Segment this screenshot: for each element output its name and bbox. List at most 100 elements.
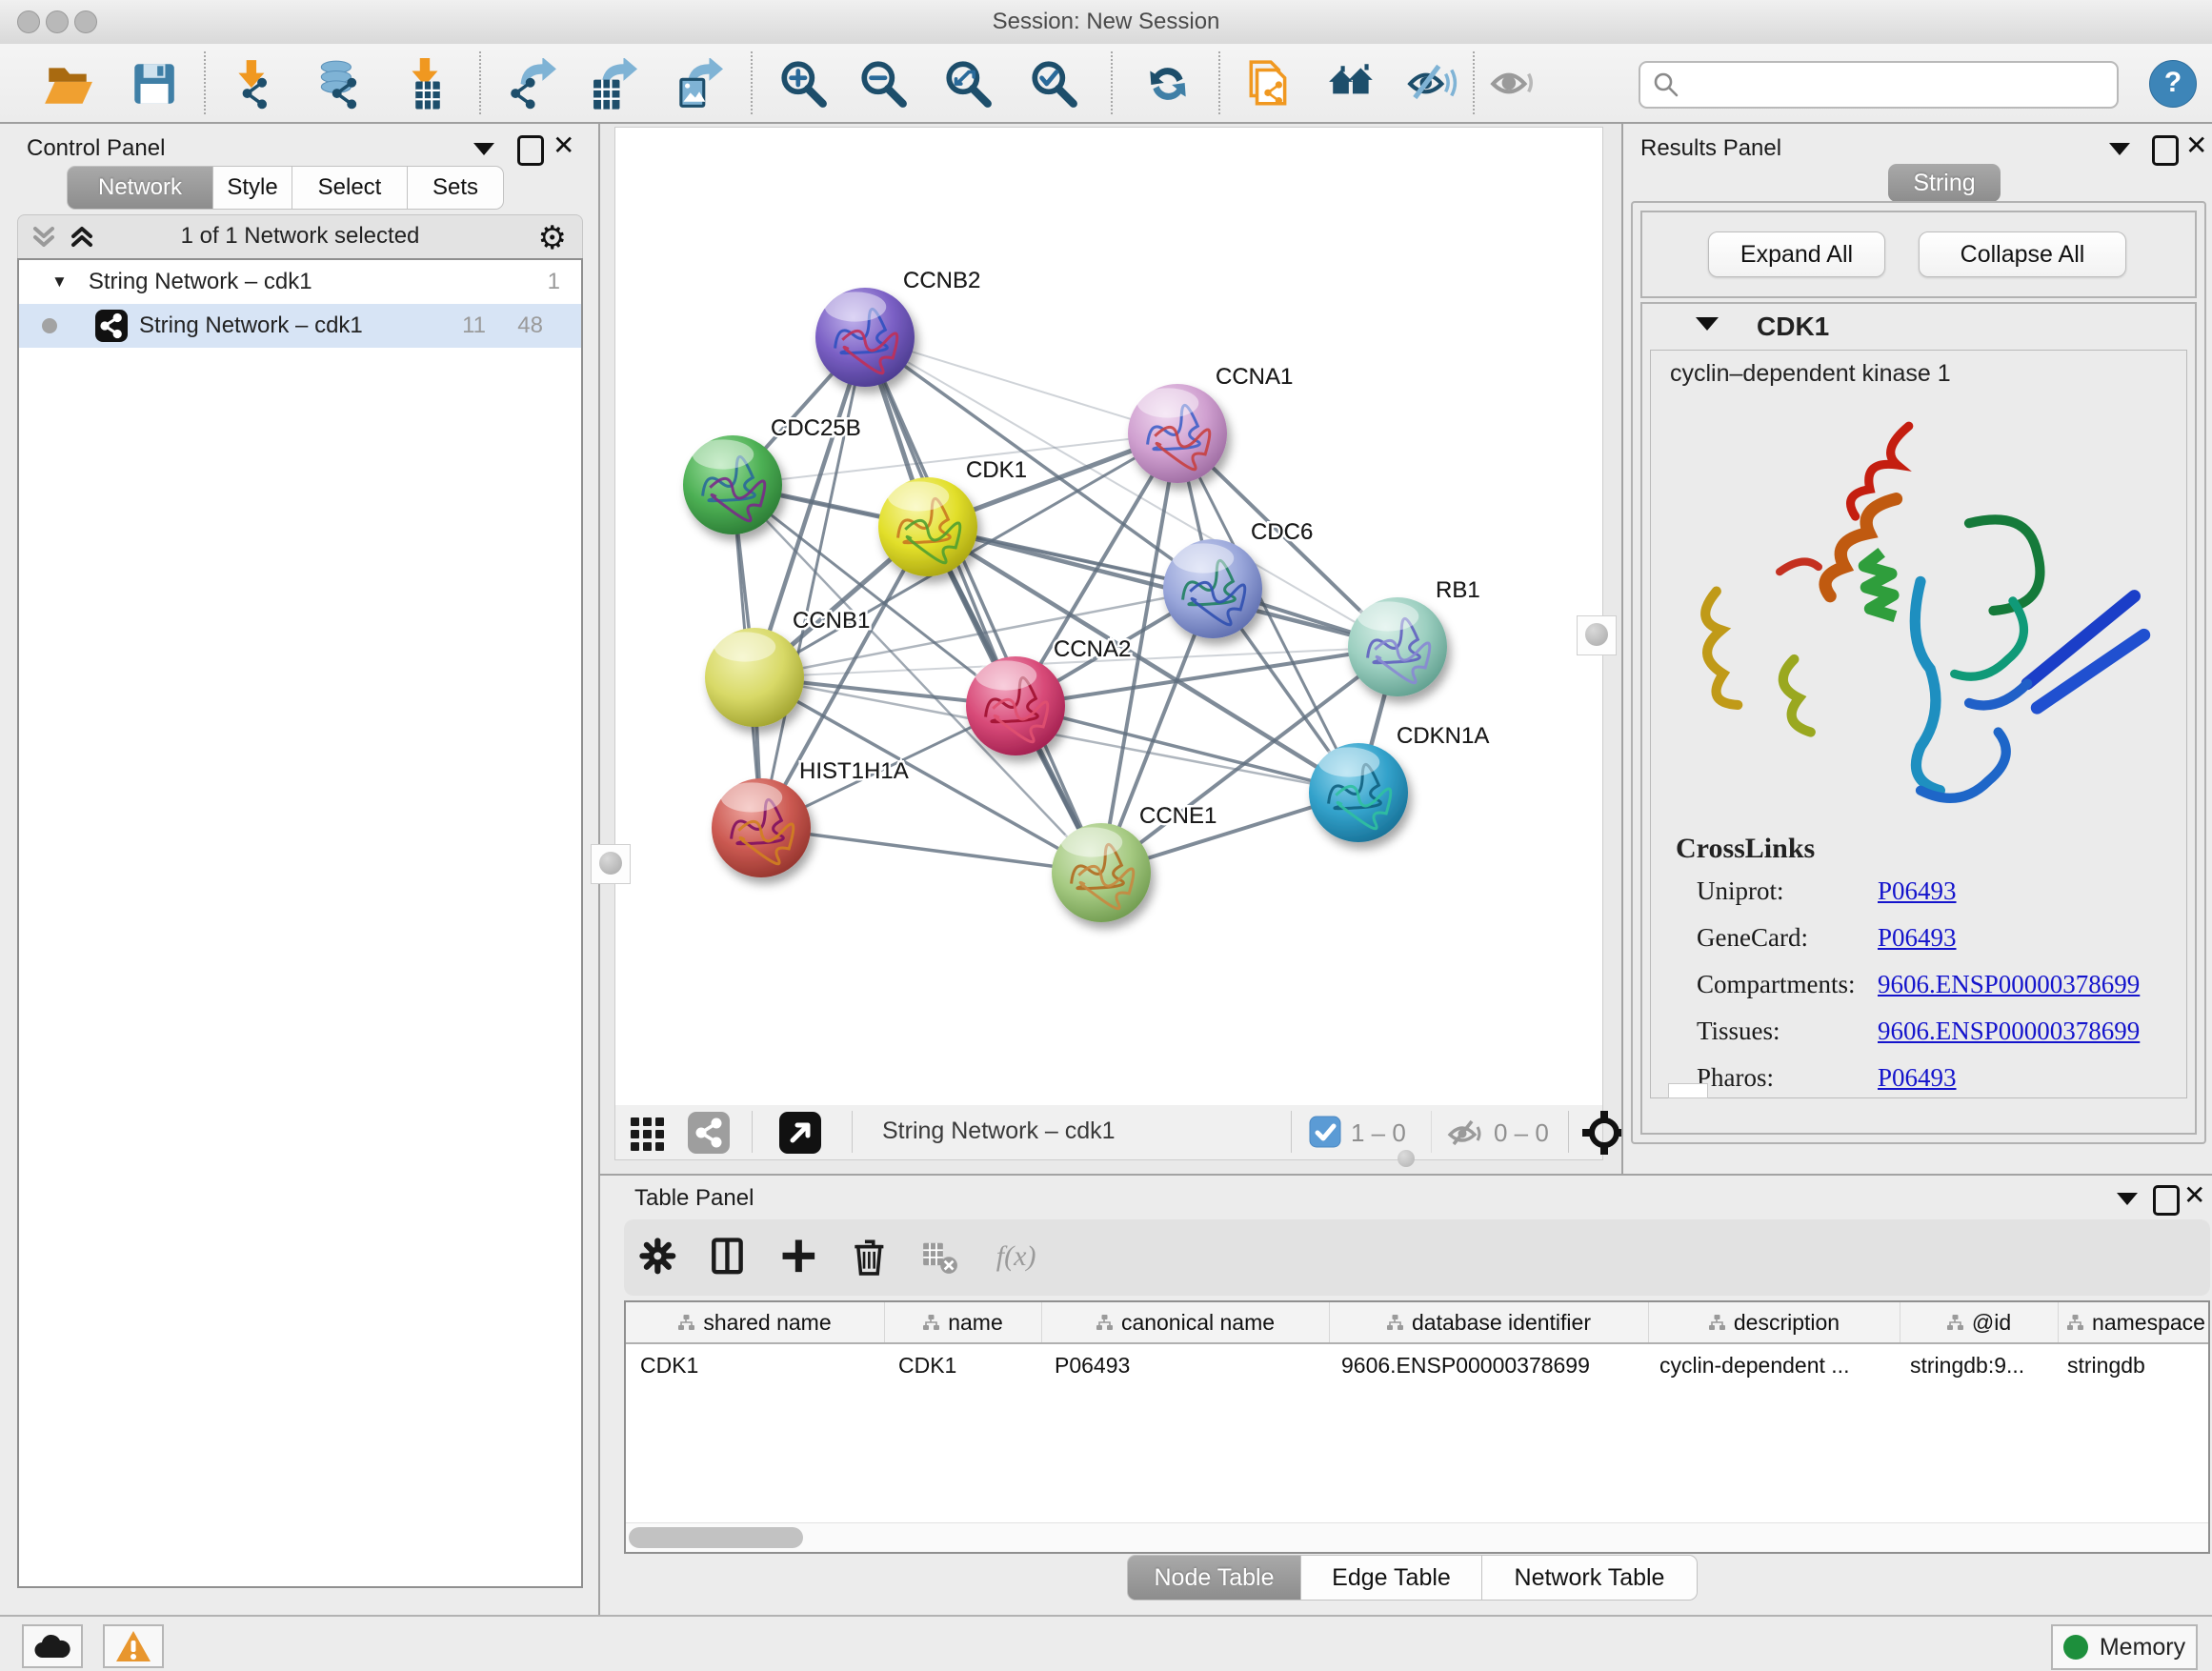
table-cell[interactable]: stringdb <box>2053 1344 2208 1386</box>
column-header-name[interactable]: name <box>885 1302 1042 1342</box>
selected-checkbox-icon[interactable] <box>1309 1116 1341 1148</box>
panel-float-icon[interactable] <box>2152 135 2179 171</box>
string-view-icon[interactable] <box>688 1112 730 1154</box>
columns-icon[interactable] <box>709 1237 753 1280</box>
network-edge-count: 48 <box>517 312 543 339</box>
panel-menu-icon[interactable] <box>2109 143 2130 160</box>
crosslink-link[interactable]: 9606.ENSP00000378699 <box>1878 970 2140 999</box>
zoom-fit-icon <box>942 58 994 110</box>
gene-expander-icon[interactable] <box>1696 317 1719 335</box>
table-cell[interactable]: CDK1 <box>626 1344 884 1386</box>
network-list: ▼ String Network – cdk1 1 String Network… <box>17 258 583 1588</box>
table-hscrollbar[interactable] <box>626 1522 2208 1552</box>
table-row[interactable]: CDK1CDK1P064939606.ENSP00000378699cyclin… <box>626 1344 2208 1386</box>
panel-float-icon[interactable] <box>517 135 544 171</box>
crosslink-label: Pharos: <box>1697 1063 1878 1093</box>
export-network-icon[interactable] <box>507 58 558 110</box>
network-row-label: String Network – cdk1 <box>139 312 363 339</box>
grid-view-icon[interactable] <box>629 1114 667 1152</box>
crosslink-label: Compartments: <box>1697 970 1878 999</box>
edge-CDK1-RB1 <box>928 527 1398 647</box>
zoom-in-icon[interactable] <box>777 58 829 110</box>
network-node-count: 11 <box>462 312 486 339</box>
delete-column-icon[interactable] <box>850 1237 894 1280</box>
network-row[interactable]: String Network – cdk1 11 48 <box>19 304 581 348</box>
birdseye-crosshair-icon[interactable] <box>1581 1110 1627 1156</box>
zoom-out-icon[interactable] <box>857 58 909 110</box>
inner-scrollbar[interactable] <box>1668 1083 1708 1098</box>
svg-text:f(x): f(x) <box>996 1239 1036 1272</box>
crosslink-link[interactable]: 9606.ENSP00000378699 <box>1878 1017 2140 1046</box>
left-splitter-handle[interactable] <box>591 844 631 884</box>
warning-icon[interactable] <box>103 1624 164 1668</box>
tab-select[interactable]: Select <box>292 166 408 210</box>
tab-string[interactable]: String <box>1888 164 2001 202</box>
tab-style[interactable]: Style <box>213 166 292 210</box>
zoom-selected-icon[interactable] <box>1028 58 1079 110</box>
cloud-status-icon[interactable] <box>22 1624 83 1668</box>
search-input[interactable] <box>1686 71 2117 98</box>
table-cell[interactable]: cyclin-dependent ... <box>1645 1344 1896 1386</box>
collection-expander-icon[interactable]: ▼ <box>51 272 68 292</box>
svg-text:CCNA1: CCNA1 <box>1216 364 1293 390</box>
network-canvas[interactable]: CCNB2 CCNB2 CCNA1 CCNA1 CDC25B CDC25B CD… <box>614 127 1603 1106</box>
expand-all-button[interactable]: Expand All <box>1708 232 1885 277</box>
zoom-fit-icon[interactable] <box>942 58 994 110</box>
collapse-all-button[interactable]: Collapse All <box>1919 232 2126 277</box>
table-cell[interactable]: 9606.ENSP00000378699 <box>1327 1344 1645 1386</box>
home-icon[interactable] <box>1327 58 1378 110</box>
memory-button[interactable]: Memory <box>2051 1624 2198 1670</box>
tab-node-table[interactable]: Node Table <box>1127 1555 1301 1601</box>
import-network-icon[interactable] <box>229 58 280 110</box>
import-table-icon[interactable] <box>400 58 452 110</box>
panel-close-icon[interactable]: ✕ <box>2183 1183 2205 1208</box>
crosslink-link[interactable]: P06493 <box>1878 1063 1957 1093</box>
panel-close-icon[interactable]: ✕ <box>2185 133 2207 158</box>
crosslink-label: Uniprot: <box>1697 876 1878 906</box>
crosslink-link[interactable]: P06493 <box>1878 923 1957 953</box>
column-header--id[interactable]: @id <box>1900 1302 2059 1342</box>
help-icon[interactable]: ? <box>2149 60 2197 108</box>
node-HIST1H1A: HIST1H1A HIST1H1A <box>712 758 909 877</box>
import-table-icon <box>400 58 452 110</box>
panel-float-icon[interactable] <box>2153 1185 2180 1220</box>
open-in-new-window-icon[interactable] <box>779 1112 821 1154</box>
show-all-icon[interactable] <box>1487 58 1538 110</box>
panel-close-icon[interactable]: ✕ <box>553 133 574 158</box>
hide-selected-icon[interactable] <box>1406 58 1458 110</box>
import-database-icon[interactable] <box>314 58 366 110</box>
column-header-description[interactable]: description <box>1649 1302 1900 1342</box>
right-splitter-handle[interactable] <box>1577 615 1617 655</box>
svg-text:CCNB2: CCNB2 <box>903 268 980 293</box>
table-hscrollbar-thumb[interactable] <box>629 1527 803 1548</box>
table-cell[interactable]: CDK1 <box>884 1344 1040 1386</box>
network-collection-row[interactable]: ▼ String Network – cdk1 1 <box>19 260 581 304</box>
export-table-icon[interactable] <box>586 58 637 110</box>
network-options-gear-icon[interactable]: ⚙ <box>538 219 567 257</box>
tab-network[interactable]: Network <box>67 166 213 210</box>
crosslink-link[interactable]: P06493 <box>1878 876 1957 906</box>
table-panel: Table Panel ✕ f(x) shared namenamecanoni… <box>600 1174 2212 1617</box>
add-column-icon[interactable] <box>779 1237 823 1280</box>
open-file-icon[interactable] <box>42 58 93 110</box>
search-box <box>1639 61 2119 109</box>
bottom-splitter-handle[interactable] <box>1398 1150 1415 1167</box>
export-image-icon[interactable] <box>672 58 723 110</box>
table-cell[interactable]: P06493 <box>1040 1344 1327 1386</box>
column-header-shared-name[interactable]: shared name <box>626 1302 885 1342</box>
column-header-namespace[interactable]: namespace <box>2059 1302 2212 1342</box>
panel-menu-icon[interactable] <box>2117 1193 2138 1210</box>
table-cell[interactable]: stringdb:9... <box>1896 1344 2053 1386</box>
clone-network-icon[interactable] <box>1243 58 1295 110</box>
refresh-icon[interactable] <box>1142 58 1194 110</box>
panel-menu-icon[interactable] <box>473 143 494 160</box>
tab-edge-table[interactable]: Edge Table <box>1301 1555 1482 1601</box>
tab-sets[interactable]: Sets <box>408 166 504 210</box>
save-session-icon[interactable] <box>128 58 179 110</box>
attribute-gear-icon[interactable] <box>638 1237 682 1280</box>
node-CCNB1: CCNB1 CCNB1 <box>705 608 870 727</box>
column-header-canonical-name[interactable]: canonical name <box>1042 1302 1330 1342</box>
column-header-database-identifier[interactable]: database identifier <box>1330 1302 1649 1342</box>
toolbar-separator <box>1218 51 1220 114</box>
tab-network-table[interactable]: Network Table <box>1482 1555 1698 1601</box>
